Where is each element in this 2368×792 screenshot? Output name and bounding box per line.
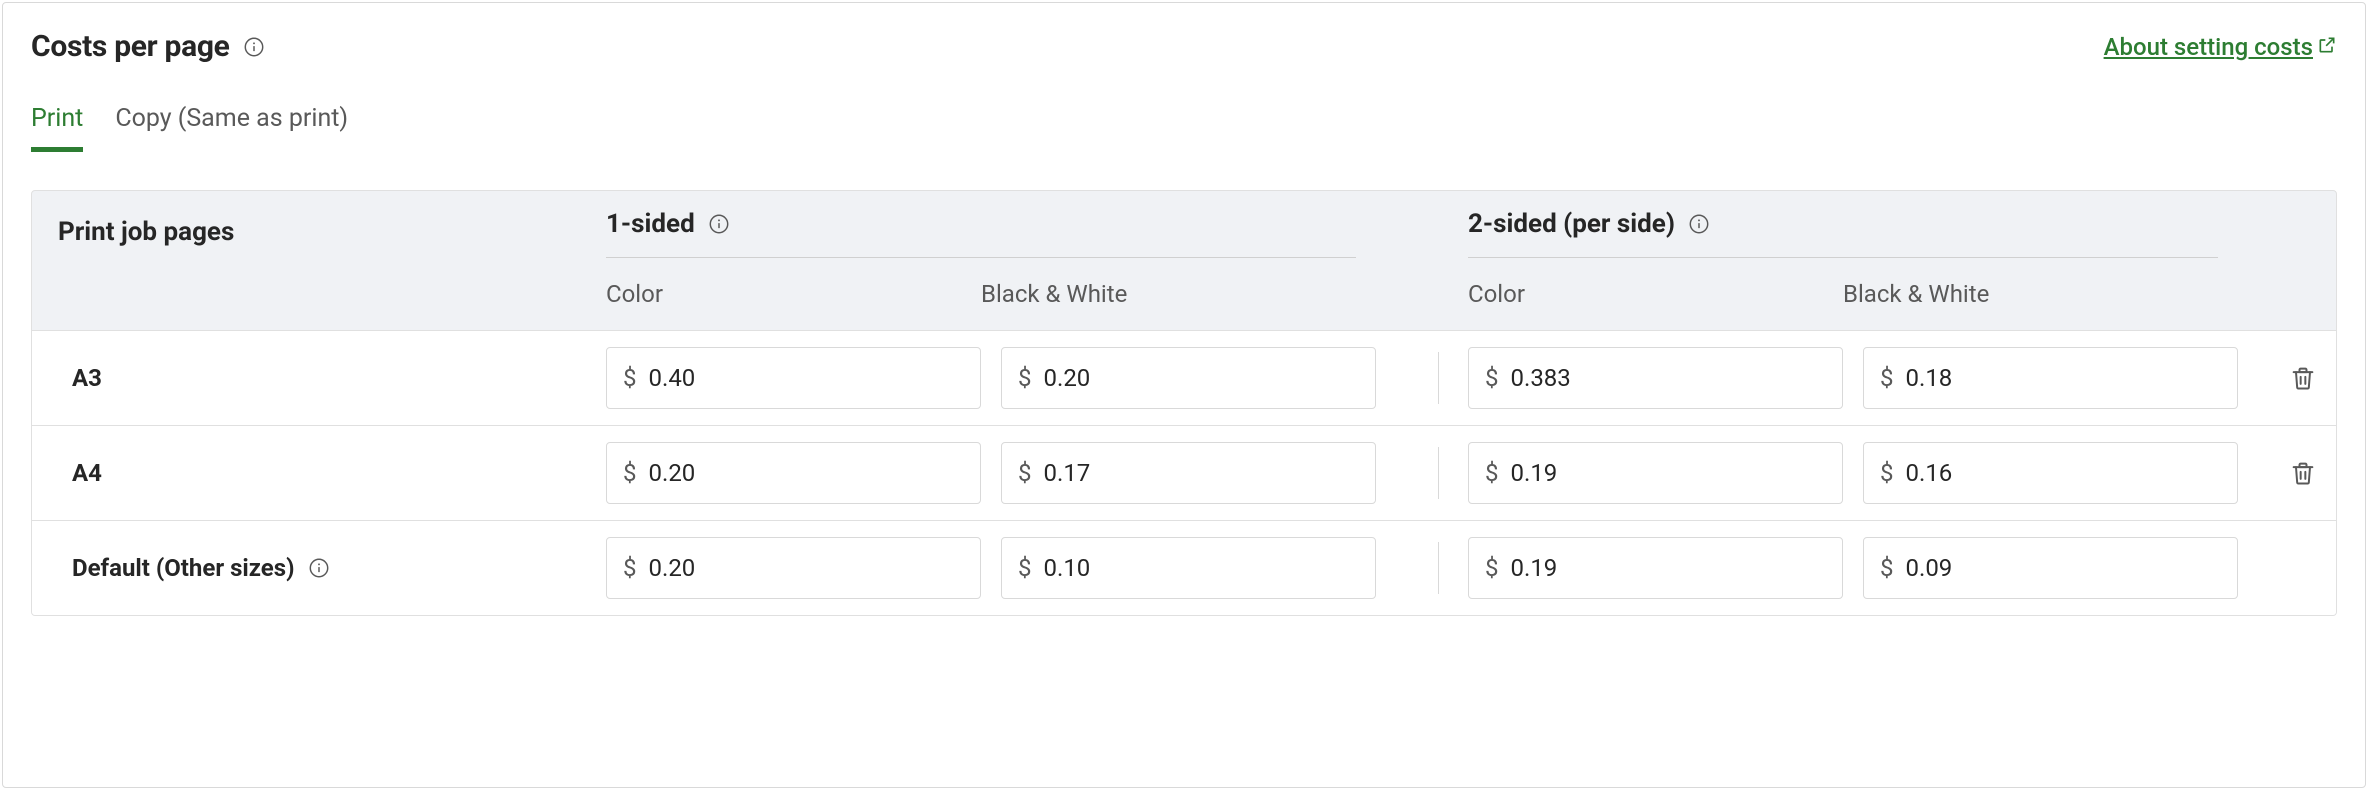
header-pages-col: Print job pages <box>32 209 606 308</box>
header-2sided-col: 2-sided (per side) Color Black & White <box>1468 209 2270 308</box>
two-sided-bw-input[interactable]: $ <box>1863 442 2238 504</box>
group-header-1sided: 1-sided <box>606 209 1356 258</box>
two-sided-bw-input-field[interactable] <box>1906 554 2222 582</box>
two-sided-color-input[interactable]: $ <box>1468 537 1843 599</box>
one-sided-bw-input[interactable]: $ <box>1001 347 1376 409</box>
sub-header-bw: Black & White <box>981 280 1356 308</box>
one-sided-color-input-field[interactable] <box>649 364 965 392</box>
costs-panel: Costs per page About setting costs Pri <box>2 2 2366 788</box>
two-sided-color-input-field[interactable] <box>1511 459 1827 487</box>
sub-headers-2sided: Color Black & White <box>1468 280 2218 308</box>
row-label: Default (Other sizes) <box>32 554 606 582</box>
sub-headers-1sided: Color Black & White <box>606 280 1356 308</box>
sub-header-color: Color <box>1468 280 1843 308</box>
info-icon[interactable] <box>307 556 331 580</box>
one-sided-color-input[interactable]: $ <box>606 347 981 409</box>
row-actions <box>2270 364 2336 392</box>
one-sided-color-input[interactable]: $ <box>606 537 981 599</box>
one-sided-bw-input[interactable]: $ <box>1001 442 1376 504</box>
info-icon[interactable] <box>707 212 731 236</box>
two-sided-bw-input[interactable]: $ <box>1863 537 2238 599</box>
table-row: A3$$$$ <box>32 330 2336 425</box>
two-sided-color-input-field[interactable] <box>1511 364 1827 392</box>
info-icon[interactable] <box>1687 212 1711 236</box>
external-link-icon <box>2317 33 2337 61</box>
one-sided-bw-input-field[interactable] <box>1044 554 1360 582</box>
two-sided-color-input[interactable]: $ <box>1468 442 1843 504</box>
currency-symbol: $ <box>1485 364 1499 392</box>
currency-symbol: $ <box>1018 554 1032 582</box>
table-row: Default (Other sizes)$$$$ <box>32 520 2336 615</box>
one-sided-bw-input-field[interactable] <box>1044 364 1360 392</box>
row-label-text: Default (Other sizes) <box>72 554 295 582</box>
divider <box>1408 537 1468 599</box>
two-sided-pair: $$ <box>1468 537 2238 599</box>
two-sided-pair: $$ <box>1468 347 2238 409</box>
row-label: A3 <box>32 364 606 392</box>
currency-symbol: $ <box>1018 364 1032 392</box>
tab-print[interactable]: Print <box>31 104 83 152</box>
one-sided-color-input[interactable]: $ <box>606 442 981 504</box>
currency-symbol: $ <box>623 459 637 487</box>
about-setting-costs-link[interactable]: About setting costs <box>2104 33 2337 61</box>
two-sided-pair: $$ <box>1468 442 2238 504</box>
table-header: Print job pages 1-sided Color Black & Wh… <box>32 191 2336 330</box>
group-header-2sided: 2-sided (per side) <box>1468 209 2218 258</box>
group-1sided-label: 1-sided <box>606 209 695 239</box>
divider <box>1408 347 1468 409</box>
info-icon[interactable] <box>242 35 266 59</box>
row-label-text: A4 <box>72 459 102 487</box>
header-1sided-col: 1-sided Color Black & White <box>606 209 1408 308</box>
currency-symbol: $ <box>1880 554 1894 582</box>
currency-symbol: $ <box>1485 459 1499 487</box>
two-sided-bw-input[interactable]: $ <box>1863 347 2238 409</box>
tabs: Print Copy (Same as print) <box>31 104 2337 152</box>
sub-header-bw: Black & White <box>1843 280 2218 308</box>
one-sided-color-input-field[interactable] <box>649 459 965 487</box>
group-2sided-label: 2-sided (per side) <box>1468 209 1675 239</box>
header-row: Costs per page About setting costs <box>31 29 2337 64</box>
trash-icon[interactable] <box>2289 459 2317 487</box>
one-sided-pair: $$ <box>606 442 1376 504</box>
costs-table: Print job pages 1-sided Color Black & Wh… <box>31 190 2337 616</box>
two-sided-color-input[interactable]: $ <box>1468 347 1843 409</box>
page-title: Costs per page <box>31 29 230 64</box>
table-body: A3$$$$A4$$$$Default (Other sizes)$$$$ <box>32 330 2336 615</box>
divider <box>1408 442 1468 504</box>
one-sided-bw-input-field[interactable] <box>1044 459 1360 487</box>
one-sided-pair: $$ <box>606 537 1376 599</box>
two-sided-bw-input-field[interactable] <box>1906 459 2222 487</box>
one-sided-bw-input[interactable]: $ <box>1001 537 1376 599</box>
currency-symbol: $ <box>623 554 637 582</box>
table-row: A4$$$$ <box>32 425 2336 520</box>
row-label: A4 <box>32 459 606 487</box>
currency-symbol: $ <box>1018 459 1032 487</box>
trash-icon[interactable] <box>2289 364 2317 392</box>
tab-copy[interactable]: Copy (Same as print) <box>115 104 348 152</box>
currency-symbol: $ <box>1880 459 1894 487</box>
sub-header-color: Color <box>606 280 981 308</box>
header-left: Costs per page <box>31 29 266 64</box>
row-actions <box>2270 459 2336 487</box>
currency-symbol: $ <box>1880 364 1894 392</box>
one-sided-color-input-field[interactable] <box>649 554 965 582</box>
row-label-text: A3 <box>72 364 102 392</box>
pages-header-label: Print job pages <box>58 209 606 247</box>
one-sided-pair: $$ <box>606 347 1376 409</box>
currency-symbol: $ <box>623 364 637 392</box>
two-sided-bw-input-field[interactable] <box>1906 364 2222 392</box>
currency-symbol: $ <box>1485 554 1499 582</box>
about-link-label: About setting costs <box>2104 33 2313 61</box>
two-sided-color-input-field[interactable] <box>1511 554 1827 582</box>
